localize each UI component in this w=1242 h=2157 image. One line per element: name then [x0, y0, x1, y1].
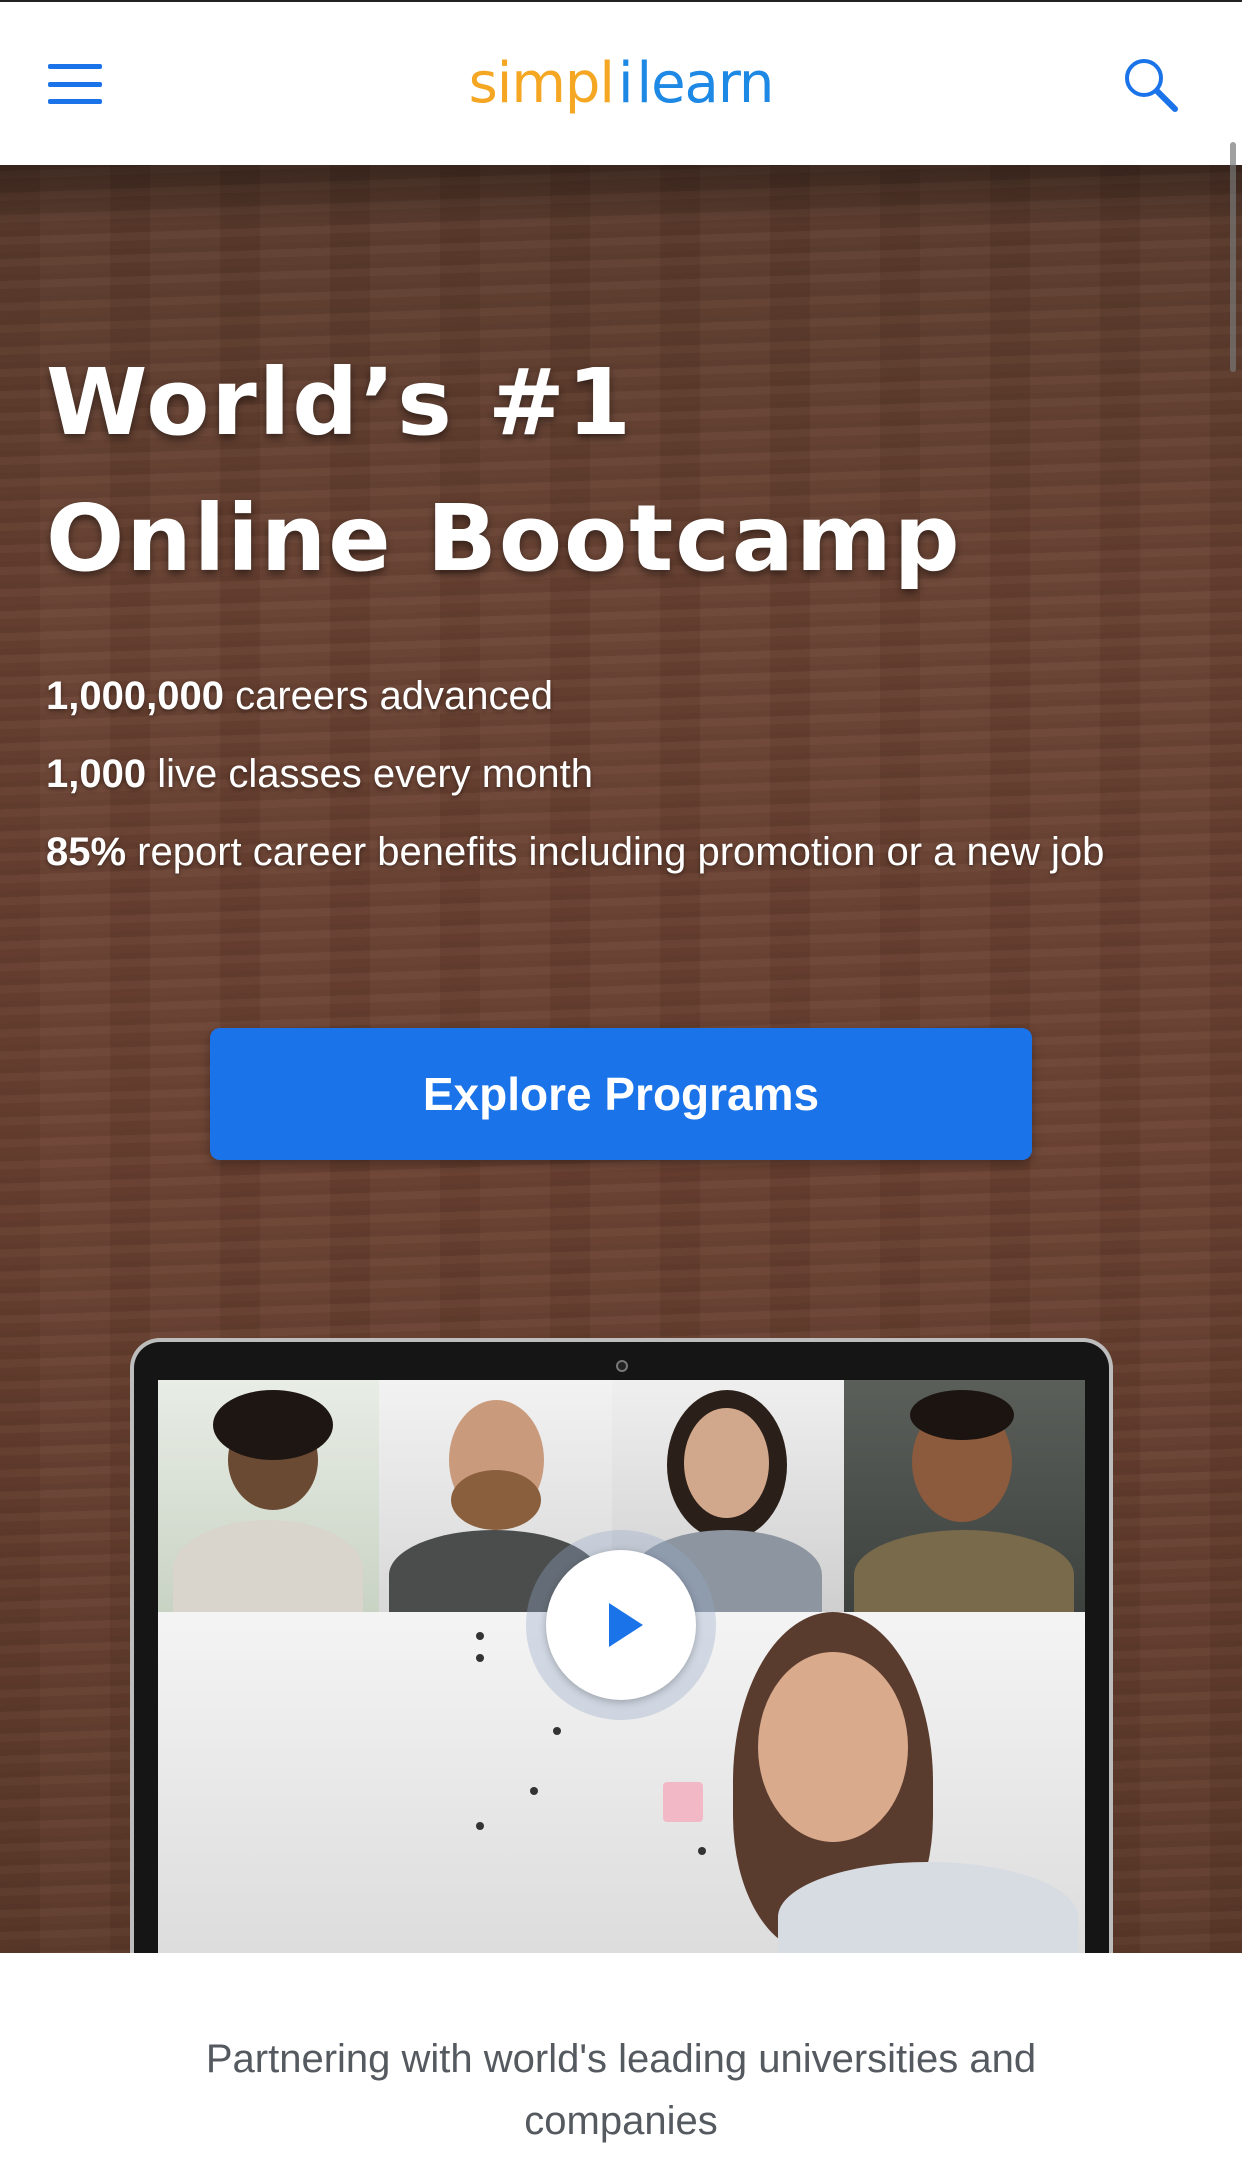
- participant-body: [854, 1530, 1074, 1612]
- presenter-face: [758, 1652, 908, 1842]
- explore-programs-button[interactable]: Explore Programs: [210, 1028, 1032, 1160]
- partners-section: Partnering with world's leading universi…: [0, 1953, 1242, 2157]
- participant-head: [684, 1408, 769, 1518]
- hero-top-shade: [0, 165, 1242, 225]
- menu-line: [48, 99, 102, 104]
- whiteboard-mark: [530, 1787, 538, 1795]
- video-play-button[interactable]: [526, 1530, 716, 1720]
- hamburger-menu-icon[interactable]: [48, 64, 102, 104]
- stat-careers: 1,000,000 careers advanced: [46, 657, 1226, 735]
- participant-hair: [910, 1390, 1014, 1440]
- top-header: simpl i learn: [0, 0, 1242, 165]
- play-icon: [609, 1603, 643, 1647]
- hero-title-line-2: Online Bootcamp: [46, 485, 962, 592]
- logo-part-simpl: simpl: [468, 51, 615, 116]
- hero-title: World’s #1 Online Bootcamp: [46, 335, 1146, 607]
- hero-stats: 1,000,000 careers advanced 1,000 live cl…: [46, 657, 1226, 891]
- site-logo[interactable]: simpl i learn: [468, 51, 775, 116]
- whiteboard-mark: [553, 1727, 561, 1735]
- whiteboard-mark: [476, 1822, 484, 1830]
- stat-label: live classes every month: [146, 752, 593, 796]
- menu-line: [48, 81, 102, 87]
- stat-career-benefits: 85% report career benefits including pro…: [46, 813, 1226, 891]
- stat-live-classes: 1,000 live classes every month: [46, 735, 1226, 813]
- search-icon-graphic: [1125, 59, 1178, 112]
- partners-heading: Partnering with world's leading universi…: [205, 2037, 1037, 2143]
- hero-title-line-1: World’s #1: [46, 349, 634, 456]
- stat-value: 1,000,000: [46, 674, 224, 718]
- sticky-note: [663, 1782, 703, 1822]
- participant-beard: [451, 1470, 541, 1530]
- participant-hair: [213, 1390, 333, 1460]
- search-icon[interactable]: [1120, 54, 1182, 116]
- menu-line: [48, 64, 102, 69]
- logo-separator: i: [617, 51, 634, 116]
- participant-tile: [844, 1380, 1085, 1612]
- stat-label: careers advanced: [223, 674, 554, 718]
- stat-label: report career benefits including promoti…: [126, 830, 1105, 874]
- participant-body: [173, 1520, 363, 1612]
- play-button-circle: [546, 1550, 696, 1700]
- laptop-camera: [616, 1360, 628, 1372]
- logo-part-learn: learn: [636, 51, 775, 116]
- whiteboard-mark: [476, 1632, 484, 1640]
- participant-tile: [158, 1380, 379, 1612]
- stat-value: 1,000: [46, 752, 147, 796]
- whiteboard-mark: [476, 1654, 484, 1662]
- page-scrollbar[interactable]: [1230, 142, 1236, 372]
- stat-value: 85%: [46, 830, 127, 874]
- whiteboard-mark: [698, 1847, 706, 1855]
